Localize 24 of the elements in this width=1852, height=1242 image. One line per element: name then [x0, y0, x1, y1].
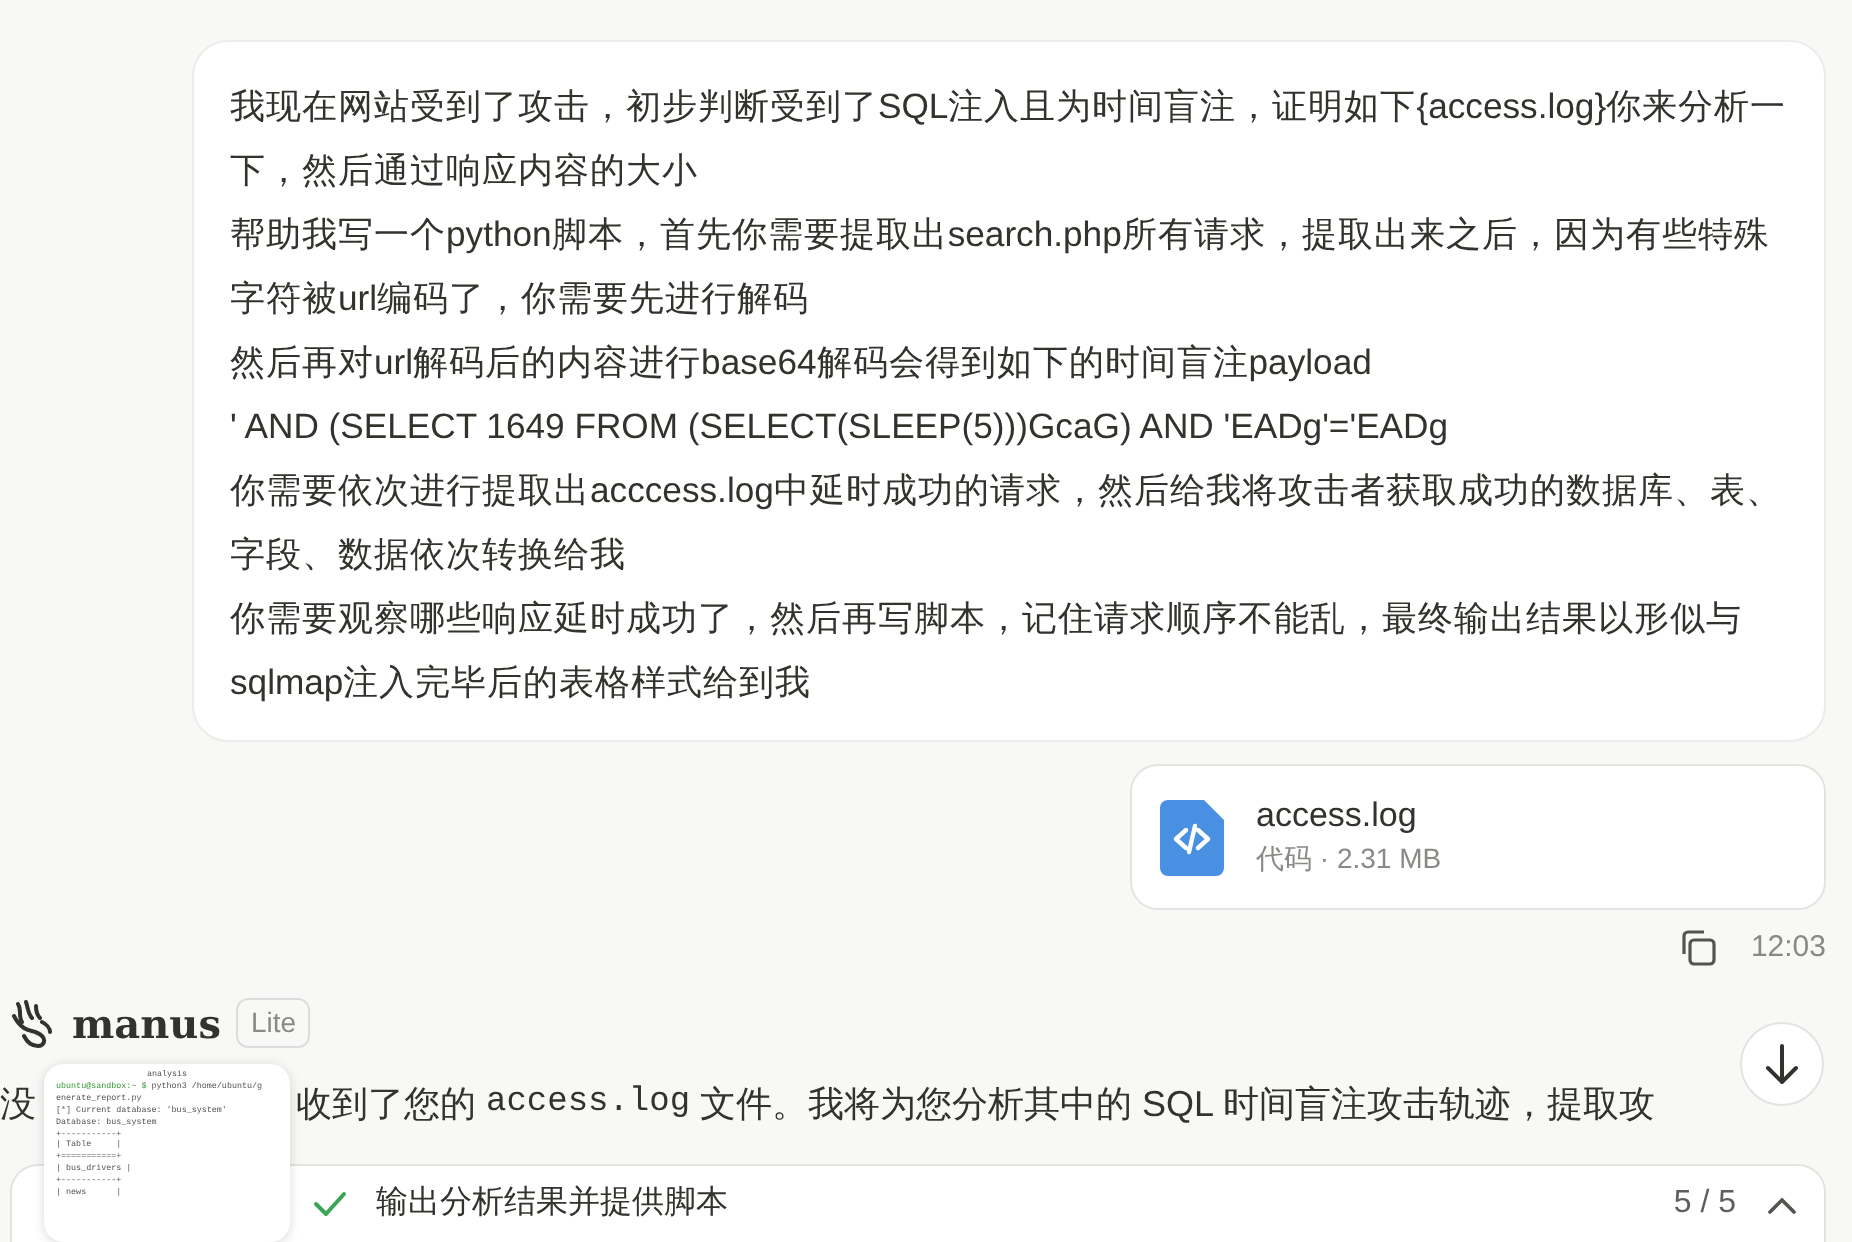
file-meta: 代码 · 2.31 MB	[1256, 840, 1442, 878]
copy-icon[interactable]	[1678, 928, 1719, 969]
file-card[interactable]: access.log 代码 · 2.31 MB	[1130, 764, 1826, 910]
reply-text: 没	[0, 1081, 36, 1127]
chevron-up-icon[interactable]	[1768, 1195, 1796, 1213]
reply-text: 文件。我将为您分析其中的 SQL 时间盲注攻击轨迹，提取攻	[698, 1081, 1655, 1127]
scroll-down-button[interactable]	[1740, 1022, 1824, 1106]
reply-text: 收到了您的	[296, 1081, 478, 1127]
plan-badge: Lite	[236, 998, 311, 1048]
message-time: 12:03	[1750, 928, 1826, 968]
message-text: 然后再对url解码后的内容进行base64解码会得到如下的时间盲注payload	[230, 340, 1374, 386]
file-name: access.log	[1256, 794, 1419, 838]
assistant-name: manus	[72, 997, 221, 1051]
arrow-down-icon	[1762, 1042, 1802, 1086]
inline-code: access.log	[486, 1081, 691, 1125]
logo-icon	[8, 997, 56, 1049]
task-step: 输出分析结果并提供脚本	[376, 1180, 728, 1228]
code-file-icon	[1160, 799, 1224, 875]
message-text: ' AND (SELECT 1649 FROM (SELECT(SLEEP(5)))GcaG) AND 'EADg'='EADg	[230, 404, 1451, 450]
step-counter: 5 / 5	[1673, 1184, 1736, 1224]
message-text: 帮助我写一个python脚本，首先你需要提取出search.php所有请求，提取出来之后，因为有些特殊字符被url编码了，你需要先进行解码	[230, 212, 1772, 322]
message-text: 你需要依次进行提取出acccess.log中延时成功的请求，然后给我将攻击者获取成功的数据库、表、字段、数据依次转换给我	[230, 468, 1784, 578]
message-text: 我现在网站受到了攻击，初步判断受到了SQL注入且为时间盲注，证明如下{access.log}你来分析一下，然后通过响应内容的大小	[230, 84, 1788, 194]
message-text: 你需要观察哪些响应延时成功了，然后再写脚本，记住请求顺序不能乱，最终输出结果以形似与sqlmap注入完毕后的表格样式给到我	[230, 596, 1744, 706]
